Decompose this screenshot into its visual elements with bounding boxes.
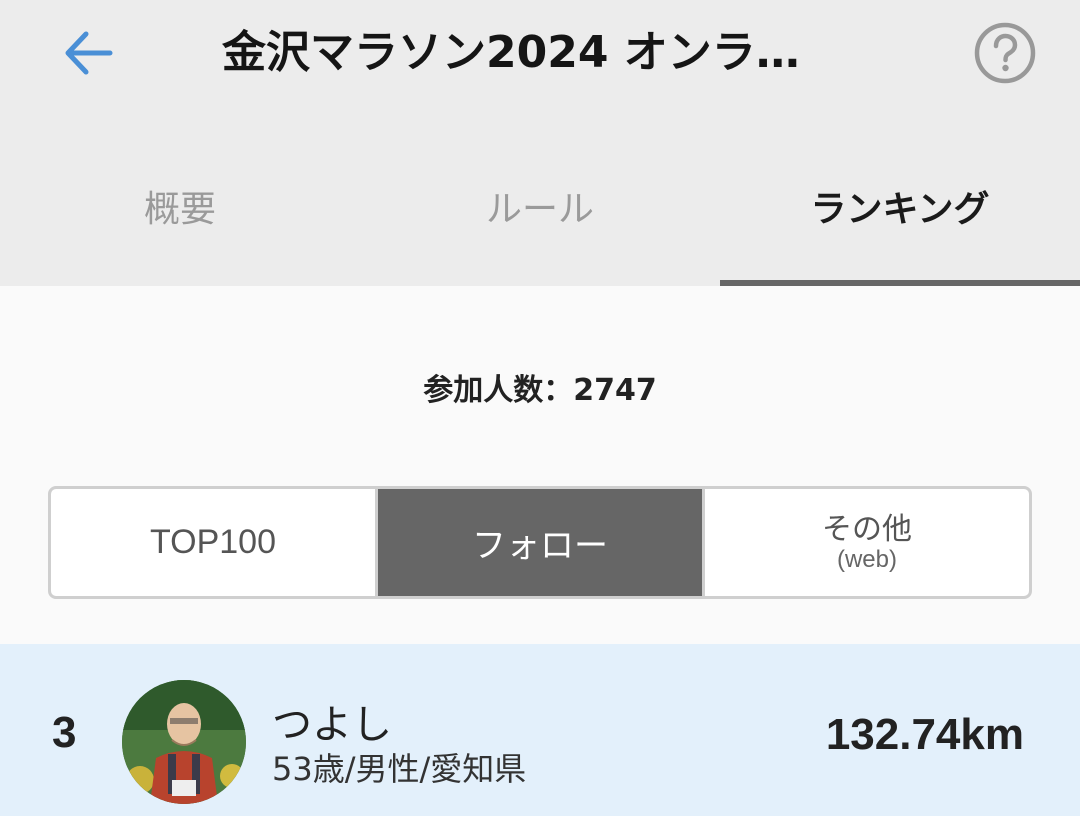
tab-bar: 概要 ルール ランキング bbox=[0, 150, 1080, 286]
arrow-left-icon bbox=[65, 31, 113, 75]
back-button[interactable] bbox=[52, 20, 122, 86]
app-header: 金沢マラソン2024 オンラ… 概要 ルール ランキング bbox=[0, 0, 1080, 286]
segment-follow[interactable]: フォロー bbox=[375, 489, 702, 596]
segment-other-label: その他 bbox=[822, 512, 912, 546]
runner-name: つよし bbox=[272, 702, 392, 748]
ranking-row[interactable]: 3 つよし 53歳/男性/愛知県 132.74km bbox=[0, 644, 1080, 816]
segment-other-sublabel: (web) bbox=[836, 545, 897, 573]
page-title: 金沢マラソン2024 オンラ… bbox=[222, 27, 800, 78]
tab-ranking[interactable]: ランキング bbox=[720, 150, 1080, 286]
runner-distance: 132.74km bbox=[825, 710, 1024, 759]
help-button[interactable] bbox=[972, 20, 1038, 86]
runner-profile: 53歳/男性/愛知県 bbox=[272, 750, 527, 788]
runner-photo bbox=[122, 680, 246, 804]
tab-overview[interactable]: 概要 bbox=[0, 150, 360, 286]
ranking-filter: TOP100 フォロー その他 (web) bbox=[48, 486, 1032, 599]
segment-top100-label: TOP100 bbox=[149, 523, 276, 561]
participant-count: 参加人数：2747 bbox=[423, 373, 657, 408]
segment-follow-label: フォロー bbox=[472, 527, 608, 565]
tab-rules[interactable]: ルール bbox=[360, 150, 720, 286]
question-circle-icon bbox=[974, 22, 1036, 84]
segment-top100[interactable]: TOP100 bbox=[51, 489, 375, 596]
avatar[interactable] bbox=[122, 680, 246, 804]
rank-number: 3 bbox=[52, 708, 77, 757]
segment-other-web[interactable]: その他 (web) bbox=[702, 489, 1029, 596]
